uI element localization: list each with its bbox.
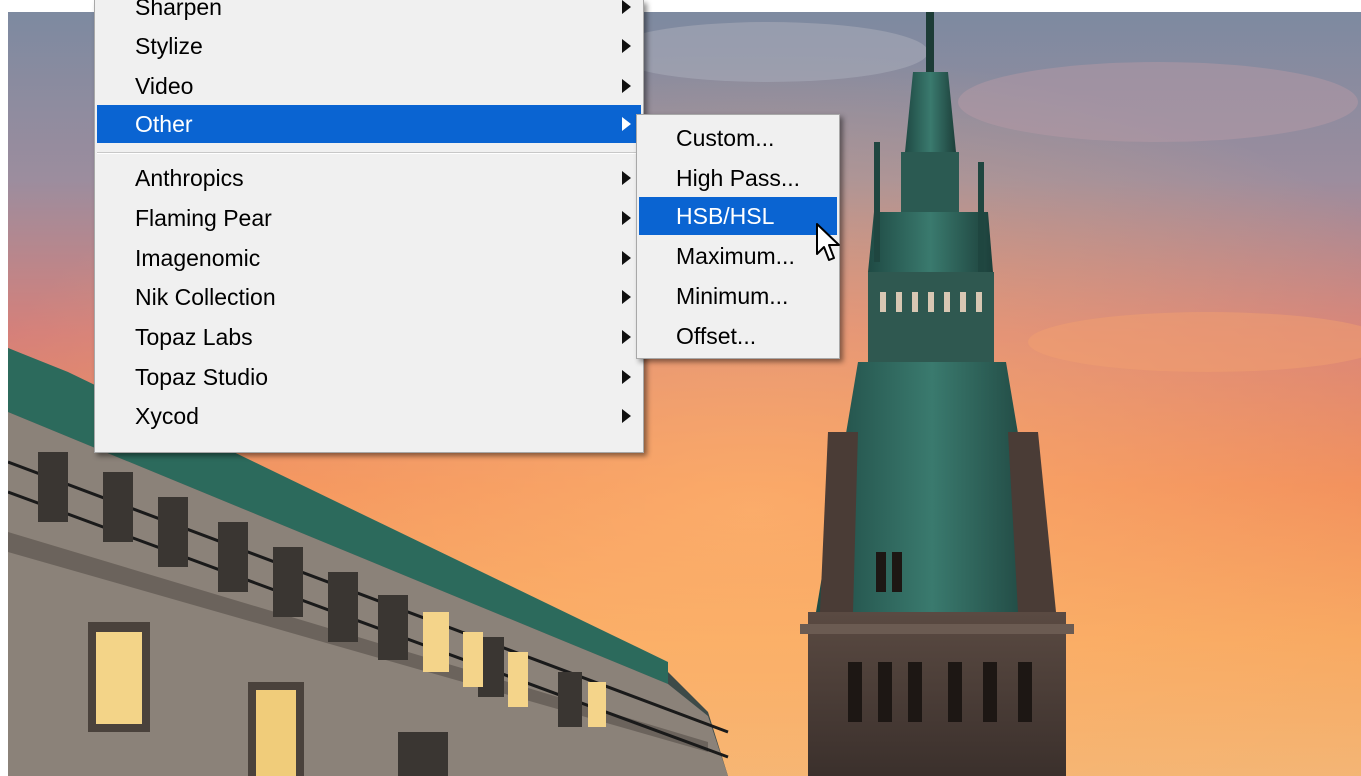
- triangle-right-icon: [622, 171, 631, 185]
- submenu-item-label: HSB/HSL: [676, 203, 775, 229]
- menu-separator: [97, 152, 641, 154]
- triangle-right-icon: [622, 39, 631, 53]
- triangle-right-icon: [622, 290, 631, 304]
- submenu-item-maximum[interactable]: Maximum...: [639, 237, 837, 275]
- menu-item-topaz-studio[interactable]: Topaz Studio: [97, 358, 641, 396]
- submenu-item-offset[interactable]: Offset...: [639, 317, 837, 355]
- submenu-item-hsb-hsl[interactable]: HSB/HSL: [639, 197, 837, 235]
- menu-item-label: Stylize: [135, 33, 203, 59]
- triangle-right-icon: [622, 409, 631, 423]
- filter-menu: Sharpen Stylize Video Other Anthropics F…: [94, 0, 644, 453]
- menu-item-anthropics[interactable]: Anthropics: [97, 159, 641, 197]
- menu-item-sharpen[interactable]: Sharpen: [97, 0, 641, 26]
- triangle-right-icon: [622, 117, 631, 131]
- menu-item-label: Flaming Pear: [135, 205, 272, 231]
- menu-item-label: Topaz Studio: [135, 364, 268, 390]
- menu-item-label: Xycod: [135, 403, 199, 429]
- menu-item-imagenomic[interactable]: Imagenomic: [97, 239, 641, 277]
- menu-item-label: Video: [135, 73, 194, 99]
- submenu-item-label: Minimum...: [676, 283, 789, 309]
- menu-item-other[interactable]: Other: [97, 105, 641, 143]
- submenu-item-minimum[interactable]: Minimum...: [639, 277, 837, 315]
- menu-item-label: Sharpen: [135, 0, 222, 20]
- triangle-right-icon: [622, 0, 631, 14]
- triangle-right-icon: [622, 330, 631, 344]
- submenu-item-custom[interactable]: Custom...: [639, 119, 837, 157]
- other-submenu: Custom... High Pass... HSB/HSL Maximum..…: [636, 114, 840, 359]
- menu-item-label: Imagenomic: [135, 245, 261, 271]
- menu-item-label: Other: [135, 111, 193, 137]
- triangle-right-icon: [622, 251, 631, 265]
- submenu-item-label: Offset...: [676, 323, 757, 349]
- mouse-pointer-icon: [816, 223, 840, 261]
- submenu-item-label: Maximum...: [676, 243, 795, 269]
- menu-item-video[interactable]: Video: [97, 67, 641, 105]
- menu-item-label: Anthropics: [135, 165, 244, 191]
- menu-item-label: Topaz Labs: [135, 324, 253, 350]
- menu-item-stylize[interactable]: Stylize: [97, 27, 641, 65]
- menu-item-topaz-labs[interactable]: Topaz Labs: [97, 318, 641, 356]
- submenu-item-label: High Pass...: [676, 165, 800, 191]
- triangle-right-icon: [622, 79, 631, 93]
- triangle-right-icon: [622, 370, 631, 384]
- submenu-item-label: Custom...: [676, 125, 775, 151]
- menu-item-xycod[interactable]: Xycod: [97, 397, 641, 435]
- submenu-item-high-pass[interactable]: High Pass...: [639, 159, 837, 197]
- menu-item-flaming-pear[interactable]: Flaming Pear: [97, 199, 641, 237]
- menu-item-nik-collection[interactable]: Nik Collection: [97, 278, 641, 316]
- triangle-right-icon: [622, 211, 631, 225]
- menu-item-label: Nik Collection: [135, 284, 276, 310]
